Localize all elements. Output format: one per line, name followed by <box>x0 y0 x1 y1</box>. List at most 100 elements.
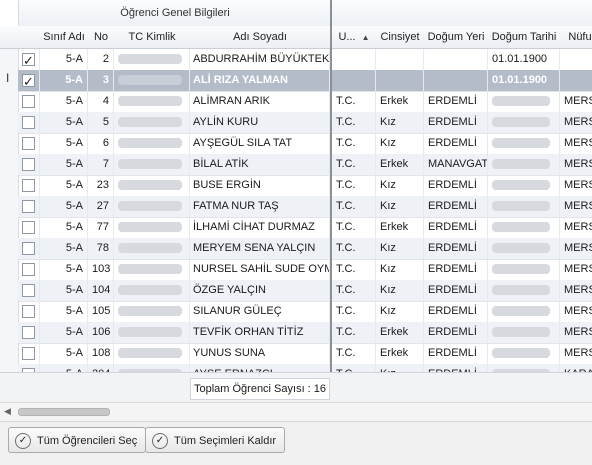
cell-no: 106 <box>88 322 114 343</box>
column-header-cinsiyet[interactable]: Cinsiyet <box>376 26 425 49</box>
cell-nufus: MERS <box>560 259 592 280</box>
checkbox-icon[interactable] <box>22 137 35 150</box>
column-header-tc[interactable]: TC Kimlik <box>114 26 191 49</box>
cell-tc-redacted <box>114 133 190 154</box>
row-select-cell[interactable] <box>18 154 40 175</box>
clear-all-selections-button[interactable]: ✓ Tüm Seçimleri Kaldır <box>145 427 286 453</box>
table-row[interactable]: 5-A5 AYLİN KURUT.C.KızERDEMLİ MERS <box>18 112 592 134</box>
column-header-dogum-yeri[interactable]: Doğum Yeri <box>424 26 489 49</box>
row-select-cell[interactable] <box>18 196 40 217</box>
cell-tc-redacted <box>114 154 190 175</box>
column-header-ad[interactable]: Adı Soyadı <box>190 26 331 49</box>
row-select-cell[interactable] <box>18 112 40 133</box>
redacted-blur <box>118 159 182 170</box>
table-row[interactable]: 5-A 106 TEVFİK ORHAN TİTİZ T.C. Erkek ERDEMLİ… <box>18 322 592 344</box>
row-select-cell[interactable] <box>18 343 40 364</box>
cell-cinsiyet: Kız <box>376 280 424 301</box>
column-header-select[interactable] <box>18 26 41 49</box>
column-band-right <box>332 0 592 27</box>
checkbox-icon[interactable] <box>22 50 35 70</box>
table-row[interactable]: 5-A105 SILANUR GÜLEÇT.C.KızERDEMLİ MERS <box>18 301 592 323</box>
row-select-cell[interactable] <box>18 301 40 322</box>
row-indicator[interactable] <box>0 238 19 260</box>
cell-dogum-tarihi: 01.01.1900 <box>488 70 560 91</box>
row-indicator[interactable] <box>0 301 19 323</box>
table-row[interactable]: 5-A23 BUSE ERGİNT.C.KızERDEMLİ MERS <box>18 175 592 197</box>
student-grid[interactable]: Öğrenci Genel Bilgileri Sınıf Adı No TC … <box>0 0 592 402</box>
redacted-blur <box>492 243 550 254</box>
scroll-left-icon[interactable]: ◀ <box>4 406 11 417</box>
row-select-cell[interactable] <box>18 91 40 112</box>
cell-dogum-yeri: ERDEMLİ <box>424 259 488 280</box>
column-header-dogum-tarihi[interactable]: Doğum Tarihi <box>488 26 561 49</box>
cell-dogum-tarihi <box>488 196 560 217</box>
checkbox-icon[interactable] <box>22 116 35 129</box>
checkbox-icon[interactable] <box>22 347 35 360</box>
checkbox-icon[interactable] <box>22 221 35 234</box>
cell-dogum-yeri: MANAVGAT <box>424 154 488 175</box>
scrollbar-thumb[interactable] <box>18 408 110 416</box>
table-row[interactable]: 5-A6 AYŞEGÜL SILA TATT.C.KızERDEMLİ MERS <box>18 133 592 155</box>
column-header-nufus[interactable]: Nüfu <box>560 26 592 49</box>
row-indicator[interactable] <box>0 49 19 71</box>
cell-tc-redacted <box>114 70 190 91</box>
table-row[interactable]: 5-A108 YUNUS SUNAT.C.ErkekERDEMLİ MERS <box>18 343 592 365</box>
redacted-blur <box>118 243 182 254</box>
column-header-sinif[interactable]: Sınıf Adı <box>40 26 89 49</box>
cell-sinif: 5-A <box>40 112 88 133</box>
row-select-cell[interactable] <box>18 322 40 343</box>
row-indicator[interactable] <box>0 154 19 176</box>
checkbox-icon[interactable] <box>22 326 35 339</box>
column-header-uyruk[interactable]: U... ▲ <box>332 26 377 49</box>
table-row[interactable]: 5-A4 ALİMRAN ARIKT.C.ErkekERDEMLİ MERS <box>18 91 592 113</box>
row-select-cell[interactable] <box>18 217 40 238</box>
row-indicator[interactable] <box>0 133 19 155</box>
horizontal-scrollbar[interactable]: ◀ <box>0 402 592 422</box>
row-indicator[interactable] <box>0 322 19 344</box>
checkbox-icon[interactable] <box>22 200 35 213</box>
checkbox-icon[interactable] <box>22 242 35 255</box>
checkbox-icon[interactable] <box>22 263 35 276</box>
checkbox-icon[interactable] <box>22 71 35 91</box>
checkbox-icon[interactable] <box>22 284 35 297</box>
row-indicator[interactable] <box>0 70 19 92</box>
checkbox-icon[interactable] <box>22 158 35 171</box>
table-row[interactable]: 5-A 78 MERYEM SENA YALÇIN T.C. Kız ERDEMLİ MER… <box>18 238 592 260</box>
cell-uyruk: T.C. <box>332 238 376 259</box>
row-select-cell[interactable] <box>18 49 40 70</box>
table-row[interactable]: 5-A2 ABDURRAHİM BÜYÜKTEKİN 01.01.1900 <box>18 49 592 71</box>
row-indicator[interactable] <box>0 196 19 218</box>
row-select-cell[interactable] <box>18 133 40 154</box>
row-indicator[interactable] <box>0 112 19 134</box>
select-all-students-button[interactable]: ✓ Tüm Öğrencileri Seç <box>8 427 147 453</box>
row-select-cell[interactable] <box>18 280 40 301</box>
row-indicator[interactable] <box>0 91 19 113</box>
row-indicator[interactable] <box>0 343 19 365</box>
checkbox-icon[interactable] <box>22 179 35 192</box>
cell-cinsiyet: Kız <box>376 175 424 196</box>
row-indicator[interactable] <box>0 217 19 239</box>
checkbox-icon[interactable] <box>22 95 35 108</box>
table-row[interactable]: 5-A27 FATMA NUR TAŞT.C.KızERDEMLİ MERS <box>18 196 592 218</box>
redacted-blur <box>118 285 182 296</box>
row-indicator[interactable] <box>0 259 19 281</box>
redacted-blur <box>492 306 550 317</box>
table-row[interactable]: 5-A 77 İLHAMİ CİHAT DURMAZ T.C. Erkek ERDEMLİ… <box>18 217 592 239</box>
row-select-cell[interactable] <box>18 238 40 259</box>
row-indicator[interactable] <box>0 280 19 302</box>
column-header-no[interactable]: No <box>88 26 115 49</box>
row-select-cell[interactable] <box>18 259 40 280</box>
row-indicator[interactable] <box>0 175 19 197</box>
row-select-cell[interactable] <box>18 70 40 91</box>
cell-dogum-tarihi: 01.01.1900 <box>488 49 560 70</box>
cell-nufus: MERS <box>560 175 592 196</box>
table-row[interactable]: 5-A3 ALİ RIZA YALMAN 01.01.1900 <box>18 70 592 92</box>
dogum-tarihi-value: 01.01.1900 <box>492 53 548 65</box>
fixed-column-splitter[interactable] <box>330 0 332 372</box>
row-select-cell[interactable] <box>18 175 40 196</box>
table-row[interactable]: 5-A7 BİLAL ATİKT.C.ErkekMANAVGAT MERS <box>18 154 592 176</box>
cell-sinif: 5-A <box>40 133 88 154</box>
checkbox-icon[interactable] <box>22 305 35 318</box>
table-row[interactable]: 5-A 103 NURSEL SAHİL SUDE OYMA T.C. Kız ERDEM… <box>18 259 592 281</box>
table-row[interactable]: 5-A104 ÖZGE YALÇINT.C.KızERDEMLİ MERS <box>18 280 592 302</box>
